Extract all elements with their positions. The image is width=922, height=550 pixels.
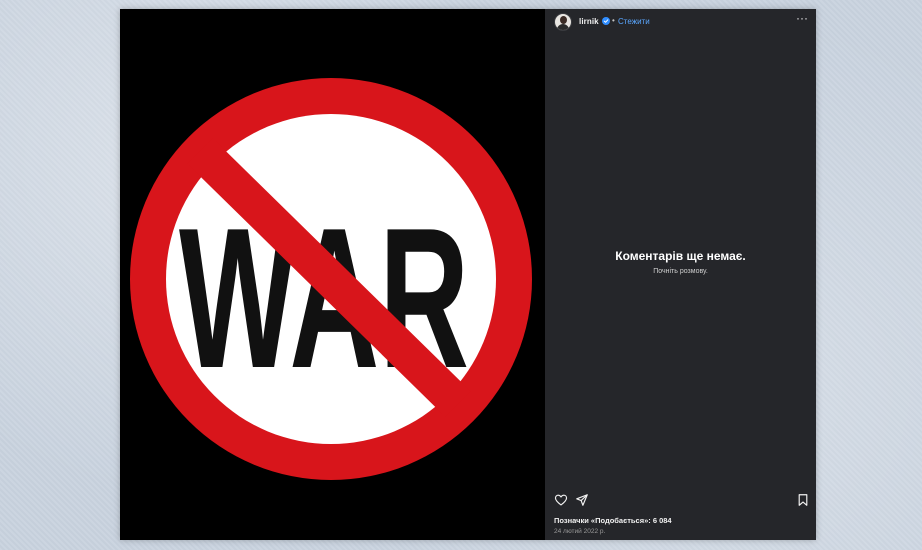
username-link[interactable]: lirnik <box>579 17 599 26</box>
follow-button[interactable]: Стежити <box>618 17 650 26</box>
post-image[interactable]: WAR <box>120 9 545 540</box>
instagram-post: WAR lirnik • Стежити ··· Коментарів ще н… <box>120 9 816 540</box>
start-conversation-text: Почніть розмову. <box>653 268 708 275</box>
post-actions-bar <box>545 493 816 511</box>
avatar[interactable] <box>554 13 572 31</box>
avatar-shoulders <box>557 24 569 30</box>
avatar-head <box>560 16 567 24</box>
post-side-panel: lirnik • Стежити ··· Коментарів ще немає… <box>545 9 816 540</box>
post-date: 24 лютий 2022 р. <box>554 528 606 535</box>
more-options-icon[interactable]: ··· <box>796 12 808 24</box>
heart-icon[interactable] <box>554 493 568 507</box>
no-comments-title: Коментарів ще немає. <box>615 249 746 263</box>
post-header: lirnik • Стежити ··· <box>545 9 816 35</box>
verified-badge-icon <box>602 17 610 25</box>
no-war-sign-image: WAR <box>120 9 545 540</box>
bookmark-icon[interactable] <box>796 493 810 507</box>
paper-plane-icon[interactable] <box>575 493 589 507</box>
likes-count[interactable]: Позначки «Подобається»: 6 084 <box>554 516 672 525</box>
header-separator: • <box>612 16 615 25</box>
